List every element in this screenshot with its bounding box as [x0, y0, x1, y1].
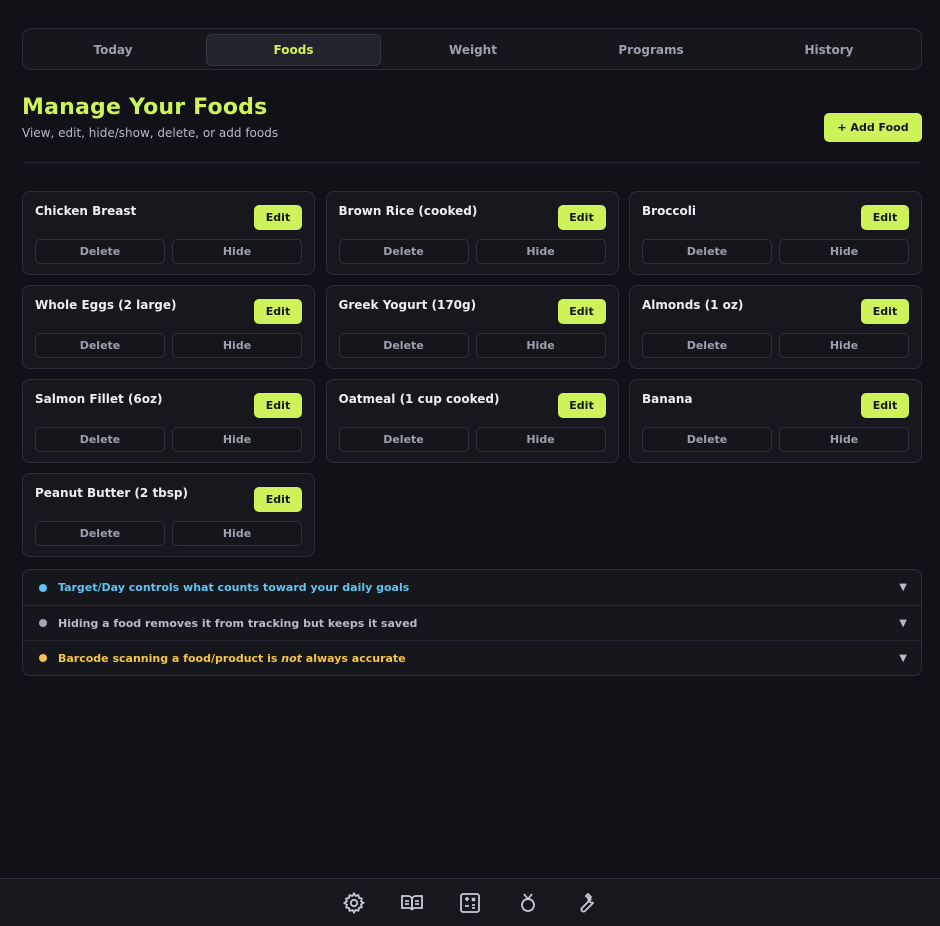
hide-button[interactable]: Hide — [172, 239, 302, 264]
delete-button[interactable]: Delete — [35, 521, 165, 546]
hide-button[interactable]: Hide — [779, 333, 909, 358]
food-name: Chicken Breast — [35, 204, 137, 218]
food-card: Whole Eggs (2 large) Edit Delete Hide — [22, 285, 315, 369]
hide-button[interactable]: Hide — [475, 427, 606, 452]
food-grid: Chicken Breast Edit Delete Hide Brown Ri… — [22, 191, 922, 557]
add-food-button[interactable]: + Add Food — [824, 113, 922, 142]
food-name: Salmon Fillet (6oz) — [35, 392, 163, 406]
tab-programs[interactable]: Programs — [571, 34, 731, 66]
chevron-down-icon[interactable]: ▼ — [899, 618, 907, 629]
delete-button[interactable]: Delete — [338, 333, 469, 358]
hide-button[interactable]: Hide — [172, 333, 302, 358]
food-name: Broccoli — [642, 204, 697, 218]
food-name: Peanut Butter (2 tbsp) — [35, 486, 188, 500]
food-name: Banana — [642, 392, 693, 406]
delete-button[interactable]: Delete — [35, 333, 165, 358]
info-dot — [39, 654, 47, 662]
delete-button[interactable]: Delete — [338, 427, 469, 452]
food-name: Greek Yogurt (170g) — [338, 298, 477, 312]
edit-button[interactable]: Edit — [557, 393, 606, 418]
bottom-toolbar — [0, 878, 940, 926]
info-item-hiding[interactable]: Hiding a food removes it from tracking b… — [23, 605, 921, 640]
info-item-barcode[interactable]: Barcode scanning a food/product is not a… — [23, 640, 921, 675]
delete-button[interactable]: Delete — [642, 427, 772, 452]
edit-button[interactable]: Edit — [254, 487, 302, 512]
delete-button[interactable]: Delete — [642, 239, 772, 264]
delete-button[interactable]: Delete — [642, 333, 772, 358]
info-text-before: Barcode scanning a food/product is — [58, 651, 282, 665]
top-nav: Today Foods Weight Programs History — [22, 28, 922, 70]
edit-button[interactable]: Edit — [861, 393, 909, 418]
info-text-after: always accurate — [301, 651, 406, 665]
medal-icon[interactable] — [516, 891, 540, 915]
calculator-icon[interactable] — [458, 891, 482, 915]
hide-button[interactable]: Hide — [172, 521, 302, 546]
food-card: Salmon Fillet (6oz) Edit Delete Hide — [22, 379, 315, 463]
edit-button[interactable]: Edit — [557, 299, 606, 324]
gear-icon[interactable] — [342, 891, 366, 915]
tab-weight[interactable]: Weight — [393, 34, 553, 66]
info-text: Hiding a food removes it from tracking b… — [58, 616, 418, 630]
food-card: Almonds (1 oz) Edit Delete Hide — [629, 285, 922, 369]
delete-button[interactable]: Delete — [338, 239, 469, 264]
page-title: Manage Your Foods — [22, 95, 268, 120]
hide-button[interactable]: Hide — [475, 333, 606, 358]
edit-button[interactable]: Edit — [557, 205, 606, 230]
delete-button[interactable]: Delete — [35, 239, 165, 264]
food-card: Chicken Breast Edit Delete Hide — [22, 191, 315, 275]
info-text-emphasis: not — [281, 651, 302, 665]
hide-button[interactable]: Hide — [475, 239, 606, 264]
info-text: Barcode scanning a food/product is not a… — [58, 652, 406, 665]
food-card: Broccoli Edit Delete Hide — [629, 191, 922, 275]
tab-today[interactable]: Today — [36, 34, 190, 66]
info-dot — [39, 619, 47, 627]
edit-button[interactable]: Edit — [254, 205, 302, 230]
edit-button[interactable]: Edit — [861, 299, 909, 324]
food-name: Brown Rice (cooked) — [338, 204, 478, 218]
info-accordion: Target/Day controls what counts toward y… — [22, 569, 922, 676]
food-card: Banana Edit Delete Hide — [629, 379, 922, 463]
food-card: Oatmeal (1 cup cooked) Edit Delete Hide — [325, 379, 619, 463]
info-dot — [39, 583, 47, 592]
food-name: Almonds (1 oz) — [642, 298, 744, 312]
header-divider — [22, 162, 922, 163]
hide-button[interactable]: Hide — [779, 427, 909, 452]
info-item-target[interactable]: Target/Day controls what counts toward y… — [23, 570, 921, 605]
info-text: Target/Day controls what counts toward y… — [58, 581, 410, 594]
edit-button[interactable]: Edit — [861, 205, 909, 230]
edit-button[interactable]: Edit — [254, 393, 302, 418]
tab-foods[interactable]: Foods — [206, 34, 381, 66]
page-subtitle: View, edit, hide/show, delete, or add fo… — [22, 126, 279, 140]
chevron-down-icon[interactable]: ▼ — [899, 653, 907, 664]
hide-button[interactable]: Hide — [172, 427, 302, 452]
food-card: Peanut Butter (2 tbsp) Edit Delete Hide — [22, 473, 315, 557]
wrench-icon[interactable] — [574, 891, 598, 915]
hide-button[interactable]: Hide — [779, 239, 909, 264]
food-card: Greek Yogurt (170g) Edit Delete Hide — [325, 285, 619, 369]
book-icon[interactable] — [400, 891, 424, 915]
food-name: Whole Eggs (2 large) — [35, 298, 177, 312]
tab-history[interactable]: History — [749, 34, 909, 66]
chevron-down-icon[interactable]: ▼ — [899, 582, 907, 593]
edit-button[interactable]: Edit — [254, 299, 302, 324]
food-card: Brown Rice (cooked) Edit Delete Hide — [325, 191, 619, 275]
food-name: Oatmeal (1 cup cooked) — [338, 392, 500, 406]
delete-button[interactable]: Delete — [35, 427, 165, 452]
